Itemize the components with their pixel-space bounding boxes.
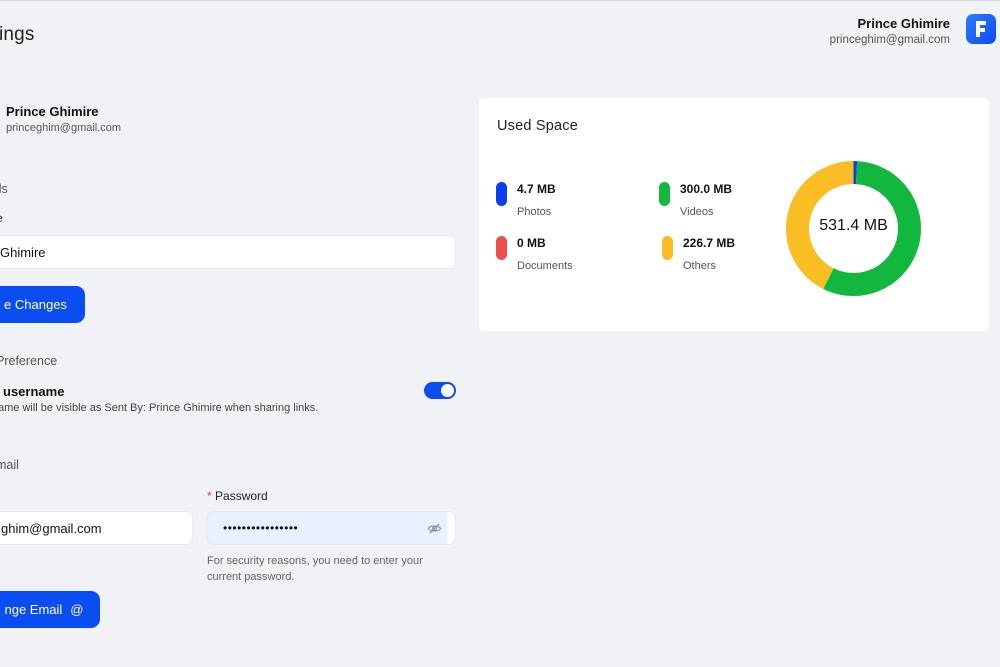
profile-email: princeghim@gmail.com	[6, 122, 122, 134]
password-input-edge	[447, 512, 455, 544]
change-email-button[interactable]: nge Email @	[0, 591, 100, 628]
save-changes-label: e Changes	[4, 297, 67, 312]
photos-value: 4.7 MB	[517, 182, 556, 196]
photos-label: Photos	[517, 206, 552, 218]
email-input-value: ghim@gmail.com	[1, 520, 102, 536]
preference-section-label: Preference	[0, 354, 58, 368]
logo-glyph	[976, 21, 986, 37]
password-input-value: ••••••••••••••••	[223, 521, 299, 535]
header-user-name: Prince Ghimire	[857, 16, 950, 31]
email-input[interactable]: ghim@gmail.com	[0, 511, 193, 545]
password-label-text: Password	[215, 489, 268, 503]
at-icon: @	[70, 602, 84, 617]
preference-title: username	[3, 384, 65, 399]
page-title: ttings	[0, 24, 35, 45]
name-input-value: Ghimire	[0, 244, 46, 260]
show-username-toggle[interactable]	[424, 382, 456, 399]
documents-color-pill	[496, 236, 507, 260]
app-logo-icon[interactable]	[966, 14, 996, 44]
details-section-label: ils	[0, 182, 8, 196]
documents-label: Documents	[517, 260, 573, 272]
password-label: * Password	[207, 489, 268, 503]
total-used-value: 531.4 MB	[819, 217, 888, 234]
email-section-label: mail	[0, 458, 19, 472]
window-top-border	[0, 0, 1000, 1]
password-help-text: For security reasons, you need to enter …	[207, 555, 423, 583]
eye-off-icon[interactable]	[427, 521, 442, 536]
password-input[interactable]: ••••••••••••••••	[207, 511, 456, 545]
toggle-knob	[441, 384, 454, 397]
preference-description: ame will be visible as Sent By: Prince G…	[0, 402, 319, 414]
required-mark: *	[207, 489, 212, 503]
documents-value: 0 MB	[517, 236, 546, 250]
used-space-card: Used Space 4.7 MB Photos 300.0 MB Videos…	[479, 98, 989, 331]
change-email-label: nge Email	[4, 602, 63, 617]
photos-color-pill	[496, 182, 507, 206]
others-color-pill	[662, 236, 673, 260]
videos-value: 300.0 MB	[680, 182, 733, 196]
videos-label: Videos	[680, 206, 714, 218]
name-field-label: e	[0, 211, 3, 225]
header-user-email: princeghim@gmail.com	[829, 34, 950, 46]
others-value: 226.7 MB	[683, 236, 736, 250]
name-input[interactable]: Ghimire	[0, 235, 456, 269]
others-label: Others	[683, 260, 717, 272]
videos-color-pill	[659, 182, 670, 206]
profile-name: Prince Ghimire	[6, 104, 99, 119]
used-space-title: Used Space	[497, 118, 578, 134]
save-changes-button[interactable]: e Changes	[0, 286, 85, 323]
